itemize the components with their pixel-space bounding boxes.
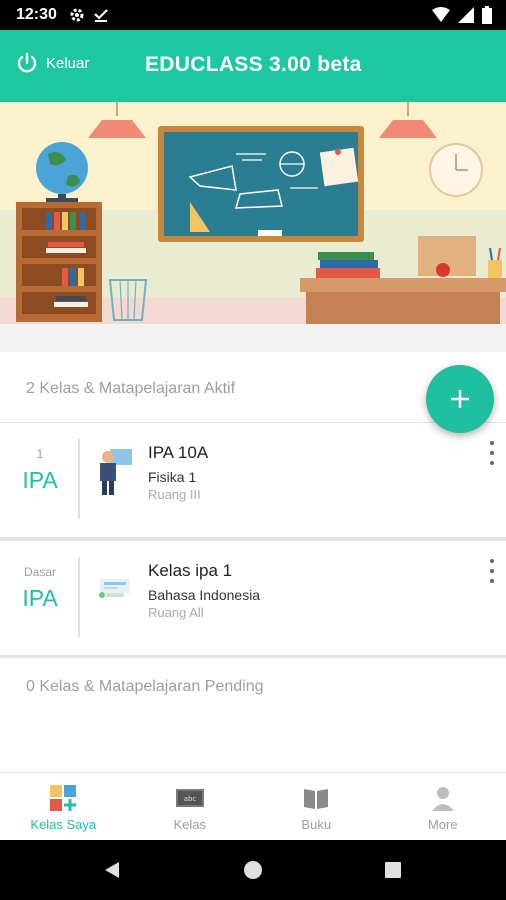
class-name: Kelas ipa 1: [148, 561, 233, 580]
class-subject: Bahasa Indonesia: [148, 587, 261, 603]
pending-section-label: 0 Kelas & Matapelajaran Pending: [26, 678, 264, 695]
system-navigation-bar: [0, 840, 506, 900]
logout-label: Keluar: [46, 54, 90, 72]
teacher-icon: [100, 449, 132, 495]
status-bar: 12:30: [0, 0, 506, 30]
plus-icon: [451, 390, 469, 408]
class-room: Ruang All: [148, 605, 204, 620]
class-subject: Fisika 1: [148, 469, 197, 485]
class-room: Ruang III: [148, 487, 201, 502]
download-done-icon: [94, 9, 108, 22]
wifi-icon: [432, 7, 450, 22]
nav-label: Buku: [301, 817, 332, 832]
chalkboard-icon: abc: [175, 789, 204, 807]
class-name: IPA 10A: [148, 443, 209, 462]
bottom-navigation: Kelas Saya abc Kelas Buku More: [0, 772, 506, 841]
recents-icon[interactable]: [384, 861, 402, 879]
home-icon[interactable]: [243, 860, 263, 880]
nav-label: Kelas: [173, 817, 207, 832]
class-card[interactable]: 1 IPA IPA 10A Fisika 1 Ruang III: [0, 422, 506, 540]
classroom-illustration: [0, 102, 506, 324]
app-title: EDUCLASS 3.00 beta: [145, 53, 362, 76]
classroom-icon: [99, 579, 130, 598]
settings-gear-icon: [70, 8, 84, 22]
class-card[interactable]: Dasar IPA Kelas ipa 1 Bahasa Indonesia R…: [0, 540, 506, 658]
active-section-label: 2 Kelas & Matapelajaran Aktif: [26, 380, 236, 397]
app-header: Keluar EDUCLASS 3.00 beta: [0, 30, 506, 102]
book-icon: [304, 789, 329, 809]
class-abbr: IPA: [22, 467, 58, 493]
nav-label: More: [427, 817, 458, 832]
kelas-saya-icon: [50, 785, 77, 811]
class-level: 1: [36, 447, 44, 461]
more-options-icon[interactable]: [486, 559, 498, 583]
nav-kelas[interactable]: abc Kelas: [127, 773, 254, 841]
more-options-icon[interactable]: [486, 441, 498, 465]
nav-kelas-saya[interactable]: Kelas Saya: [0, 773, 127, 841]
class-abbr: IPA: [22, 585, 58, 611]
svg-text:abc: abc: [183, 795, 196, 803]
back-icon[interactable]: [102, 860, 122, 880]
nav-buku[interactable]: Buku: [253, 773, 380, 841]
logout-button[interactable]: Keluar: [16, 52, 89, 74]
nav-label: Kelas Saya: [30, 817, 97, 832]
card-divider: [78, 439, 80, 519]
add-class-button[interactable]: [426, 365, 494, 433]
signal-icon: [458, 7, 474, 23]
battery-icon: [482, 6, 492, 24]
card-divider: [78, 557, 80, 637]
power-icon: [17, 52, 37, 73]
person-icon: [431, 787, 454, 811]
status-time: 12:30: [16, 6, 57, 23]
nav-more[interactable]: More: [380, 773, 506, 841]
class-level: Dasar: [23, 565, 56, 579]
